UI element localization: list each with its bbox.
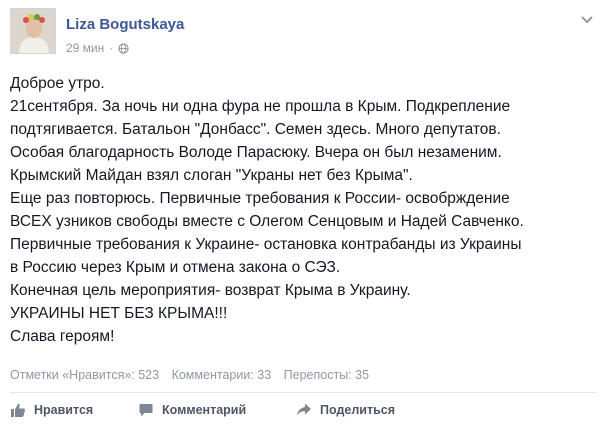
post-text-line: Первичные требования к Украине- остановк…	[10, 236, 522, 253]
comment-button[interactable]: Комментарий	[138, 402, 296, 418]
like-label: Нравится	[34, 403, 94, 417]
avatar[interactable]	[10, 8, 56, 54]
share-button[interactable]: Поделиться	[296, 402, 416, 418]
thumbs-up-icon	[11, 403, 25, 417]
post-stats: Отметки «Нравится»: 523 Комментарии: 33 …	[10, 368, 378, 382]
comment-label: Комментарий	[162, 403, 247, 417]
author-name[interactable]: Liza Bogutskaya	[66, 16, 184, 33]
post-text-line: Конечная цель мероприятия- возврат Крыма…	[10, 282, 411, 299]
divider	[10, 392, 596, 393]
post-text-line: Еще раз повторюсь. Первичные требования …	[10, 190, 510, 207]
post-text-line: в Россию через Крым и отмена закона о СЭ…	[10, 259, 341, 276]
meta-separator: ·	[109, 41, 114, 55]
post-text-line: Доброе утро.	[10, 75, 105, 92]
post-text-line: Слава героям!	[10, 328, 115, 345]
post-text-line: Крымский Майдан взял слоган "Украны нет …	[10, 167, 413, 184]
profile-photo	[11, 9, 55, 53]
globe-icon[interactable]	[118, 42, 129, 54]
post-text-line: ВСЕХ узников свободы вместе с Олегом Сен…	[10, 213, 524, 230]
chevron-down-icon	[581, 16, 593, 24]
post-meta: 29 мин ·	[66, 41, 129, 55]
like-button[interactable]: Нравится	[10, 402, 138, 418]
share-icon	[297, 403, 311, 416]
shares-count-link[interactable]: Перепосты: 35	[284, 368, 369, 382]
likes-count-link[interactable]: Отметки «Нравится»: 523	[10, 368, 159, 382]
post-timestamp[interactable]: 29 мин	[66, 41, 104, 55]
share-label: Поделиться	[320, 403, 396, 417]
comment-icon	[139, 404, 153, 417]
post-options-button[interactable]	[578, 12, 596, 28]
post-text-line: Особая благодарность Володе Парасюку. Вч…	[10, 144, 502, 161]
post-text-line: УКРАИНЫ НЕТ БЕЗ КРЫМА!!!	[10, 305, 228, 322]
post-text: Доброе утро. 21сентября. За ночь ни одна…	[10, 72, 600, 348]
post-text-line: подтягивается. Батальон "Донбасс". Семен…	[10, 121, 501, 138]
facebook-post: Liza Bogutskaya 29 мин · Доброе утро. 21…	[0, 0, 606, 424]
comments-count-link[interactable]: Комментарии: 33	[172, 368, 272, 382]
post-text-line: 21сентября. За ночь ни одна фура не прош…	[10, 98, 511, 115]
post-actions: Нравится Комментарий Поделиться	[10, 398, 416, 422]
